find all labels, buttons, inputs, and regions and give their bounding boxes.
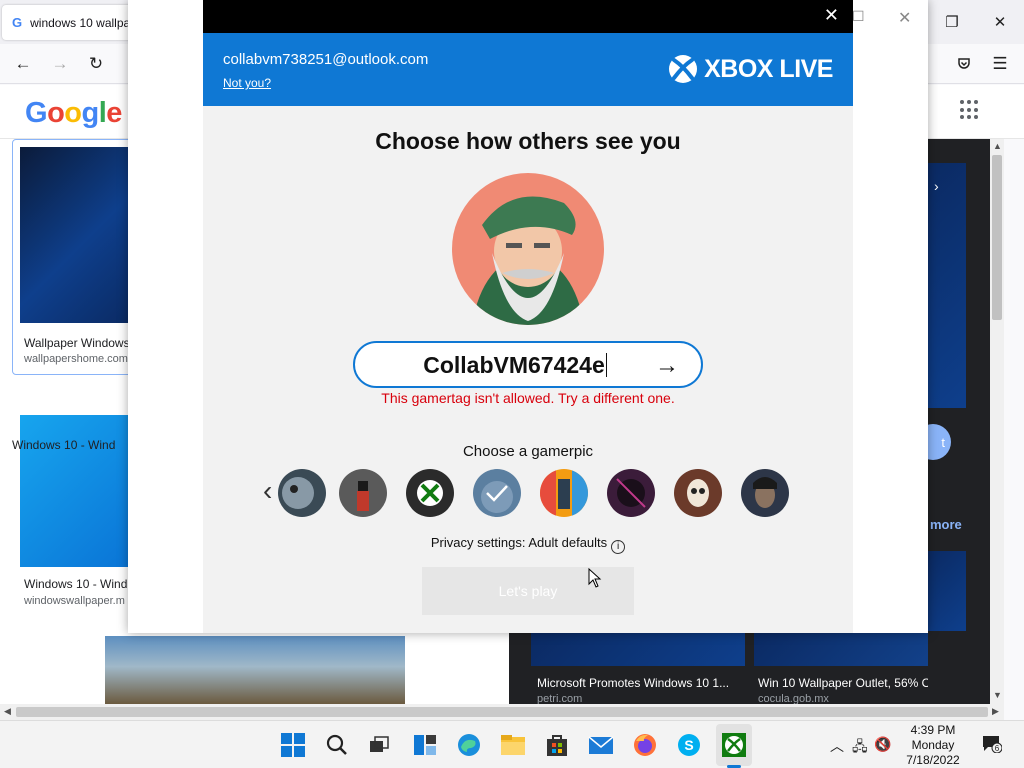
- xbox-live-logo: XBOX LIVE: [668, 54, 833, 84]
- result-caption: Microsoft Promotes Windows 10 1...: [537, 676, 730, 690]
- gamertag-value: CollabVM67424e: [423, 352, 605, 378]
- mouse-cursor-icon: [588, 568, 602, 588]
- gamerpic-option[interactable]: [339, 469, 387, 517]
- menu-icon[interactable]: ☰: [988, 52, 1012, 76]
- clock-time: 4:39 PM: [910, 723, 956, 737]
- scroll-thumb[interactable]: [992, 155, 1002, 320]
- volume-muted-icon[interactable]: 🔇: [874, 736, 891, 753]
- lets-play-button[interactable]: Let's play: [422, 567, 634, 615]
- pocket-icon[interactable]: [952, 52, 976, 76]
- close-icon[interactable]: ✕: [988, 10, 1012, 34]
- result-source: cocula.gob.mx: [758, 693, 829, 704]
- skype-icon[interactable]: S: [676, 732, 702, 758]
- result-caption: Windows 10 - Wind: [12, 438, 116, 452]
- result-caption: Windows 10 - Wind: [24, 577, 128, 591]
- dialog-titlebar: ✕: [203, 0, 853, 33]
- gamerpic-option[interactable]: [278, 469, 326, 517]
- chevron-up-icon[interactable]: ︿: [830, 736, 844, 756]
- reload-icon[interactable]: ↻: [84, 52, 108, 76]
- forward-icon[interactable]: →: [48, 52, 72, 76]
- network-icon[interactable]: 🖧: [852, 736, 868, 760]
- clock-day: Monday: [911, 738, 955, 752]
- result-thumbnail[interactable]: [531, 633, 745, 666]
- result-thumbnail[interactable]: [105, 636, 405, 704]
- gamerpic-option[interactable]: [473, 469, 521, 517]
- edge-icon[interactable]: [456, 732, 482, 758]
- gamerpic-option[interactable]: [741, 469, 789, 517]
- restore-icon[interactable]: ❐: [940, 10, 964, 34]
- google-logo-letter: o: [47, 97, 65, 129]
- close-icon[interactable]: ✕: [898, 8, 911, 28]
- dialog-title: Choose how others see you: [375, 128, 681, 154]
- result-source: petri.com: [537, 693, 583, 704]
- widgets-icon[interactable]: [412, 732, 438, 758]
- task-view-icon[interactable]: [366, 732, 392, 758]
- brand-text: XBOX LIVE: [704, 54, 833, 83]
- text-caret: [605, 353, 607, 377]
- xbox-signin-dialog: ✕ collabvm738251@outlook.com Not you? XB…: [203, 0, 853, 633]
- vertical-scrollbar[interactable]: ▲ ▼: [990, 139, 1004, 704]
- xbox-logo-icon: [669, 55, 698, 83]
- google-logo-letter: e: [106, 97, 122, 129]
- google-logo-letter: o: [64, 97, 82, 129]
- privacy-settings[interactable]: Privacy settings: Adult defaults i: [203, 535, 853, 554]
- google-logo: Google: [25, 97, 122, 130]
- gamertag-input[interactable]: CollabVM67424e →: [353, 341, 703, 388]
- system-clock[interactable]: 4:39 PM Monday 7/18/2022: [900, 723, 966, 768]
- notification-icon[interactable]: 6: [982, 735, 1003, 754]
- info-icon[interactable]: i: [611, 540, 626, 554]
- account-header: collabvm738251@outlook.com Not you? XBOX…: [203, 33, 853, 106]
- result-caption: Wallpaper Windows: [24, 336, 130, 350]
- scroll-right-icon[interactable]: ▶: [992, 706, 999, 717]
- taskbar: S ︿ 🖧 🔇 4:39 PM Monday 7/18/2022 6: [0, 720, 1024, 768]
- gamerpic-option[interactable]: [540, 469, 588, 517]
- account-email: collabvm738251@outlook.com: [223, 51, 429, 68]
- gamerpic-option[interactable]: [607, 469, 655, 517]
- result-source: wallpapershome.com: [24, 353, 128, 365]
- scroll-thumb[interactable]: [16, 707, 988, 717]
- google-favicon-icon: G: [12, 15, 23, 30]
- close-icon[interactable]: ✕: [824, 5, 839, 26]
- result-source: windowswallpaper.m: [24, 595, 125, 607]
- svg-text:S: S: [684, 737, 693, 753]
- xbox-app-icon[interactable]: [721, 732, 747, 758]
- preview-panel: [928, 139, 990, 704]
- firefox-icon[interactable]: [632, 732, 658, 758]
- preview-image: [928, 163, 966, 408]
- more-link[interactable]: more: [930, 517, 962, 532]
- gamertag-error: This gamertag isn't allowed. Try a diffe…: [381, 390, 675, 406]
- store-icon[interactable]: [544, 732, 570, 758]
- gamerpic-label: Choose a gamerpic: [462, 443, 594, 460]
- back-icon[interactable]: ←: [11, 52, 35, 76]
- google-logo-letter: g: [81, 97, 100, 129]
- gamerpic-option[interactable]: [406, 469, 454, 517]
- result-caption: Win 10 Wallpaper Outlet, 56% OFF | ...: [758, 676, 928, 690]
- result-thumbnail[interactable]: [754, 633, 928, 666]
- scroll-up-icon[interactable]: ▲: [993, 141, 1002, 151]
- maximize-icon[interactable]: ☐: [852, 8, 865, 25]
- mail-icon[interactable]: [588, 732, 614, 758]
- chevron-left-icon[interactable]: ‹: [263, 477, 272, 505]
- notification-count: 6: [995, 744, 1000, 753]
- google-logo-letter: G: [25, 97, 48, 129]
- scroll-left-icon[interactable]: ◀: [4, 706, 11, 717]
- search-icon[interactable]: [324, 732, 350, 758]
- not-you-link[interactable]: Not you?: [223, 76, 271, 90]
- result-card[interactable]: Wallpaper Windows wallpapershome.com: [12, 139, 132, 375]
- result-thumbnail: [20, 147, 131, 323]
- privacy-label: Privacy settings: Adult defaults: [430, 535, 608, 550]
- tab-title: windows 10 wallpa: [30, 15, 131, 30]
- gamerpic-option[interactable]: [674, 469, 722, 517]
- submit-arrow-icon[interactable]: →: [655, 352, 679, 380]
- clock-date: 7/18/2022: [906, 753, 960, 767]
- gamerpic-avatar: [452, 173, 604, 325]
- scroll-down-icon[interactable]: ▼: [993, 690, 1002, 700]
- google-apps-icon[interactable]: [960, 100, 980, 120]
- preview-image: [928, 551, 966, 631]
- file-explorer-icon[interactable]: [500, 732, 526, 758]
- horizontal-scrollbar[interactable]: ◀ ▶: [0, 704, 1004, 720]
- dark-results-strip: Microsoft Promotes Windows 10 1... petri…: [509, 633, 928, 704]
- start-icon[interactable]: [280, 732, 306, 758]
- chevron-right-icon[interactable]: ›: [934, 178, 939, 194]
